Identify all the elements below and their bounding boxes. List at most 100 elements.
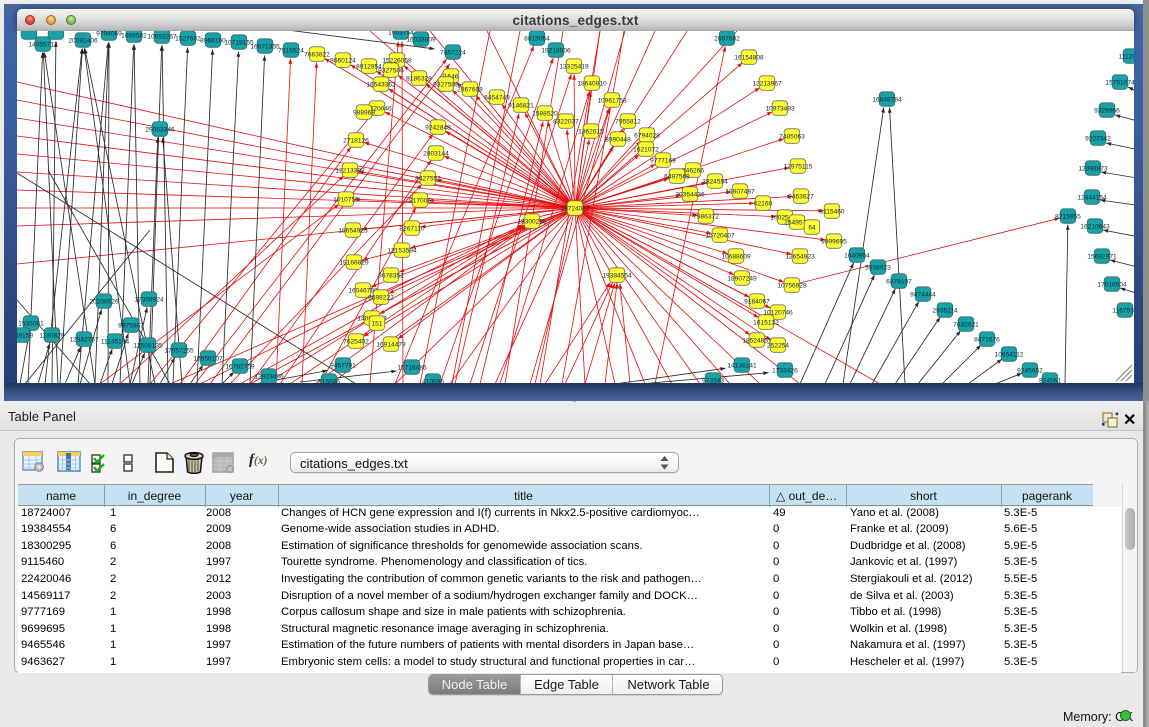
- svg-text:16648784: 16648784: [872, 97, 902, 104]
- svg-text:8267110: 8267110: [399, 226, 425, 233]
- svg-text:8471676: 8471676: [974, 337, 1000, 344]
- svg-text:9146821: 9146821: [508, 103, 534, 110]
- svg-text:12923486: 12923486: [254, 374, 284, 381]
- svg-text:19166829: 19166829: [339, 260, 369, 267]
- svg-text:9329966: 9329966: [1094, 108, 1120, 115]
- svg-text:12654923: 12654923: [785, 254, 815, 261]
- svg-text:2803144: 2803144: [423, 151, 449, 158]
- svg-text:9184067: 9184067: [744, 299, 770, 306]
- svg-text:19654925: 19654925: [338, 228, 368, 235]
- svg-text:9327506: 9327506: [378, 68, 404, 75]
- svg-text:19384554: 19384554: [602, 273, 632, 280]
- svg-text:988968: 988968: [353, 110, 375, 117]
- svg-text:16914479: 16914479: [376, 342, 406, 349]
- svg-text:8322037: 8322037: [553, 119, 579, 126]
- svg-text:10688609: 10688609: [721, 254, 751, 261]
- svg-text:16033809: 16033809: [406, 37, 436, 44]
- svg-text:1621072: 1621072: [633, 147, 659, 154]
- svg-text:9227342: 9227342: [1085, 136, 1111, 143]
- svg-text:10958107: 10958107: [193, 356, 223, 363]
- svg-text:2687682: 2687682: [714, 36, 740, 43]
- svg-text:252254: 252254: [767, 343, 789, 350]
- svg-text:8215955: 8215955: [1055, 214, 1081, 221]
- svg-text:1733426: 1733426: [772, 368, 798, 375]
- svg-text:1362615: 1362615: [578, 129, 604, 136]
- svg-text:29053346: 29053346: [145, 127, 175, 134]
- svg-text:16543362: 16543362: [366, 82, 396, 89]
- svg-text:18300295: 18300295: [517, 219, 547, 226]
- svg-text:5938923: 5938923: [865, 265, 891, 272]
- svg-text:10807487: 10807487: [725, 189, 755, 196]
- svg-text:16671355: 16671355: [250, 44, 280, 51]
- svg-text:15716485: 15716485: [397, 365, 427, 372]
- svg-text:9242848: 9242848: [425, 125, 451, 132]
- svg-text:20391406: 20391406: [68, 38, 98, 45]
- svg-text:18640910: 18640910: [577, 81, 607, 88]
- svg-text:2867608: 2867608: [457, 87, 483, 94]
- svg-text:10973493: 10973493: [765, 106, 795, 113]
- svg-text:7857224: 7857224: [440, 50, 466, 57]
- svg-text:13325419: 13325419: [559, 64, 589, 71]
- svg-text:12153594: 12153594: [387, 248, 417, 255]
- svg-text:8813054: 8813054: [524, 36, 550, 43]
- svg-text:14055712: 14055712: [28, 42, 58, 49]
- svg-text:12975115: 12975115: [784, 164, 813, 171]
- svg-text:17016504: 17016504: [1097, 282, 1127, 289]
- svg-text:1150829: 1150829: [39, 333, 65, 340]
- svg-text:15751074: 15751074: [1105, 80, 1134, 87]
- svg-text:8966160: 8966160: [200, 38, 226, 45]
- svg-text:8454749: 8454749: [484, 95, 510, 102]
- svg-text:1615132: 1615132: [753, 320, 779, 327]
- svg-text:8678352: 8678352: [378, 273, 404, 280]
- svg-text:8186328: 8186328: [406, 76, 432, 83]
- svg-text:7955812: 7955812: [615, 119, 641, 126]
- svg-text:6879197: 6879197: [886, 279, 912, 286]
- svg-text:16210643: 16210643: [1080, 224, 1110, 231]
- svg-text:9463627: 9463627: [788, 194, 814, 201]
- svg-text:17957255: 17957255: [164, 348, 194, 355]
- svg-text:9899695: 9899695: [821, 239, 847, 246]
- svg-text:1089582: 1089582: [121, 33, 147, 40]
- svg-text:19218506: 19218506: [541, 48, 571, 55]
- svg-text:10756928: 10756928: [777, 283, 807, 290]
- svg-text:9975867: 9975867: [118, 323, 144, 330]
- svg-text:1010755: 1010755: [333, 197, 359, 204]
- svg-text:8427552: 8427552: [415, 176, 441, 183]
- svg-text:16782759: 16782759: [225, 364, 255, 371]
- svg-text:1527602: 1527602: [175, 36, 201, 43]
- svg-text:9474444: 9474444: [910, 292, 936, 299]
- svg-text:62160: 62160: [754, 201, 773, 208]
- svg-text:14136141: 14136141: [727, 363, 757, 370]
- svg-text:8698222: 8698222: [368, 295, 394, 302]
- svg-text:9457791: 9457791: [330, 363, 356, 370]
- svg-text:7663822: 7663822: [304, 52, 330, 59]
- svg-text:1112074: 1112074: [1119, 54, 1134, 61]
- svg-text:10961758: 10961758: [597, 98, 627, 105]
- svg-text:8990448: 8990448: [605, 137, 631, 144]
- svg-text:1535061: 1535061: [18, 321, 44, 328]
- svg-text:2935114: 2935114: [932, 308, 958, 315]
- svg-text:12505135: 12505135: [133, 343, 163, 350]
- svg-text:7485063: 7485063: [779, 134, 805, 141]
- svg-text:64: 64: [808, 225, 816, 232]
- svg-text:9777169: 9777169: [650, 158, 676, 165]
- svg-text:939159: 939159: [17, 333, 33, 340]
- svg-text:12444154: 12444154: [1077, 195, 1107, 202]
- svg-text:18724007: 18724007: [560, 206, 590, 213]
- svg-text:17359924: 17359924: [134, 297, 164, 304]
- svg-text:16154808: 16154808: [734, 55, 764, 62]
- svg-text:9794069: 9794069: [96, 31, 122, 38]
- svg-text:1588520: 1588520: [532, 111, 558, 118]
- svg-text:6794028: 6794028: [634, 133, 660, 140]
- svg-text:3824554: 3824554: [702, 179, 728, 186]
- svg-text:11145194: 11145194: [101, 339, 130, 346]
- svg-text:9115460: 9115460: [819, 209, 845, 216]
- svg-text:20364436: 20364436: [675, 192, 705, 199]
- svg-text:7986372: 7986372: [693, 214, 719, 221]
- svg-text:917006: 917006: [409, 198, 431, 205]
- svg-text:15692971: 15692971: [1087, 254, 1117, 261]
- svg-text:6497568: 6497568: [664, 174, 690, 181]
- svg-text:18907249: 18907249: [727, 276, 757, 283]
- svg-text:10653267: 10653267: [147, 34, 177, 41]
- svg-text:9327508: 9327508: [433, 82, 459, 89]
